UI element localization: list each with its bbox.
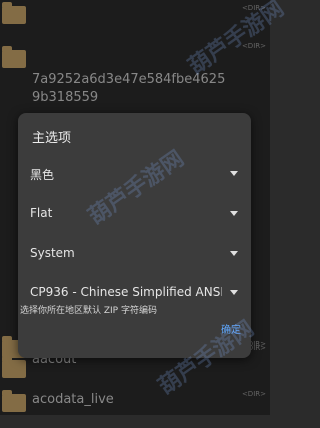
encoding-hint: 选择你所在地区默认 ZIP 字符编码: [20, 306, 157, 316]
dropdown-caret-icon: [230, 171, 238, 176]
dropdown-caret-icon: [230, 251, 238, 256]
font-select[interactable]: System: [30, 241, 240, 267]
select-value: CP936 - Chinese Simplified ANSI/...: [30, 285, 222, 299]
dropdown-caret-icon: [230, 290, 238, 295]
dropdown-caret-icon: [230, 211, 238, 216]
select-value: System: [30, 246, 75, 260]
options-dialog: 主选项 黑色 Flat System CP936 - Chinese Simpl…: [18, 113, 251, 358]
dialog-title: 主选项: [32, 131, 72, 146]
